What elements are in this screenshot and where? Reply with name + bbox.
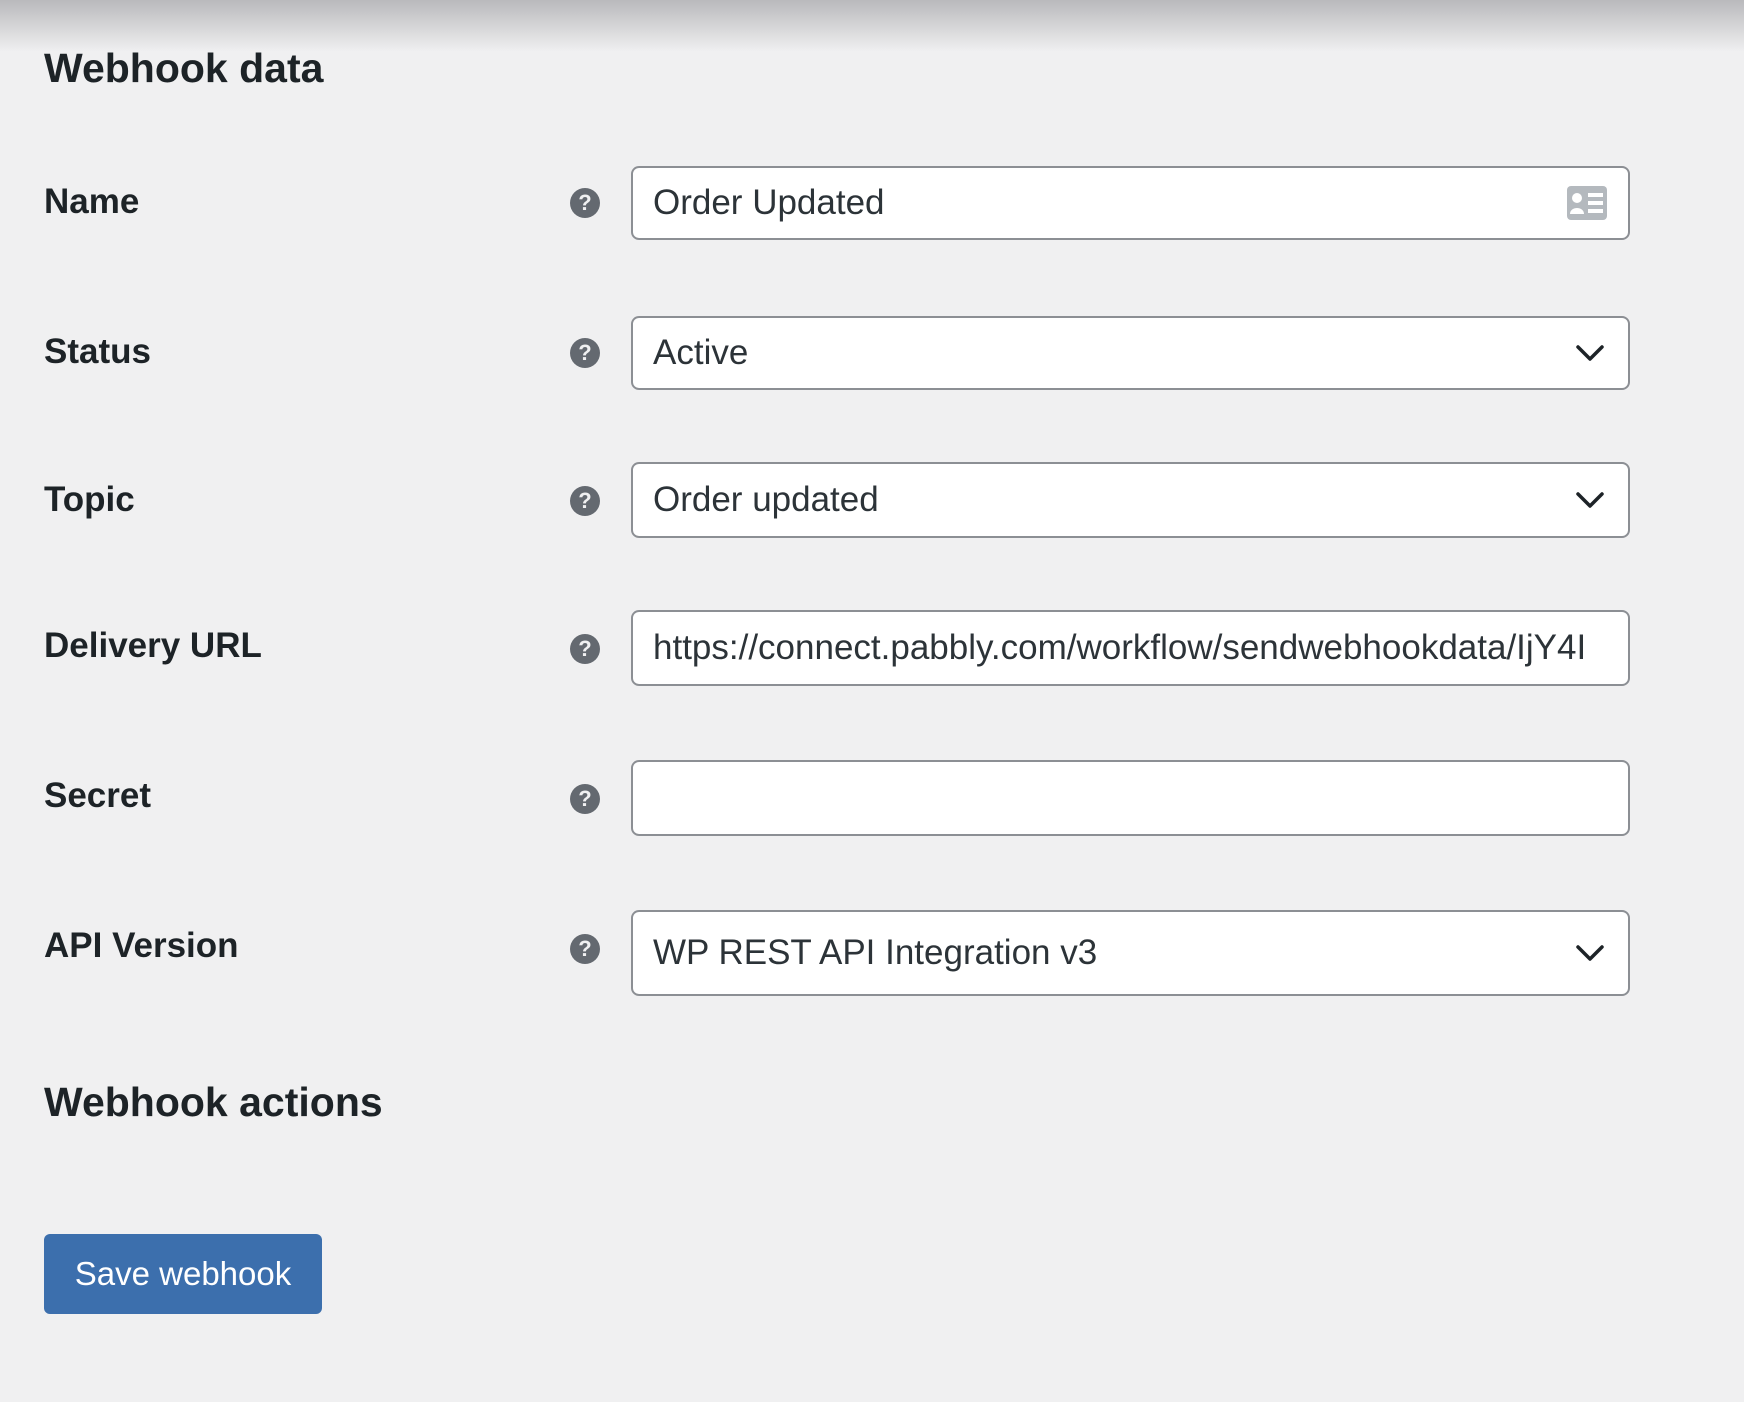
chevron-down-icon (1572, 935, 1608, 971)
delivery-url-value: https://connect.pabbly.com/workflow/send… (653, 628, 1587, 667)
name-label: Name (44, 182, 140, 221)
topic-label: Topic (44, 480, 135, 519)
webhook-actions-heading: Webhook actions (44, 1079, 383, 1125)
help-icon[interactable]: ? (570, 486, 600, 516)
help-icon[interactable]: ? (570, 784, 600, 814)
help-icon[interactable]: ? (570, 934, 600, 964)
chevron-down-icon (1572, 335, 1608, 371)
topic-select-value: Order updated (653, 480, 879, 519)
delivery-url-input[interactable]: https://connect.pabbly.com/workflow/send… (631, 610, 1630, 686)
delivery-url-label: Delivery URL (44, 626, 262, 665)
chevron-down-icon (1572, 482, 1608, 518)
status-label: Status (44, 332, 151, 371)
contact-card-icon[interactable] (1566, 185, 1608, 221)
help-icon[interactable]: ? (570, 634, 600, 664)
secret-input[interactable] (631, 760, 1630, 836)
webhook-data-heading: Webhook data (44, 45, 324, 91)
help-icon[interactable]: ? (570, 188, 600, 218)
webhook-settings-page: Webhook data Name ? Order Updated Status… (0, 0, 1744, 1402)
name-input[interactable]: Order Updated (631, 166, 1630, 240)
status-select[interactable]: Active (631, 316, 1630, 390)
api-version-label: API Version (44, 926, 239, 965)
secret-label: Secret (44, 776, 152, 815)
save-webhook-button[interactable]: Save webhook (44, 1234, 322, 1314)
api-version-select-value: WP REST API Integration v3 (653, 933, 1098, 972)
help-icon[interactable]: ? (570, 338, 600, 368)
topic-select[interactable]: Order updated (631, 462, 1630, 538)
name-input-value: Order Updated (653, 183, 885, 222)
status-select-value: Active (653, 333, 749, 372)
api-version-select[interactable]: WP REST API Integration v3 (631, 910, 1630, 996)
